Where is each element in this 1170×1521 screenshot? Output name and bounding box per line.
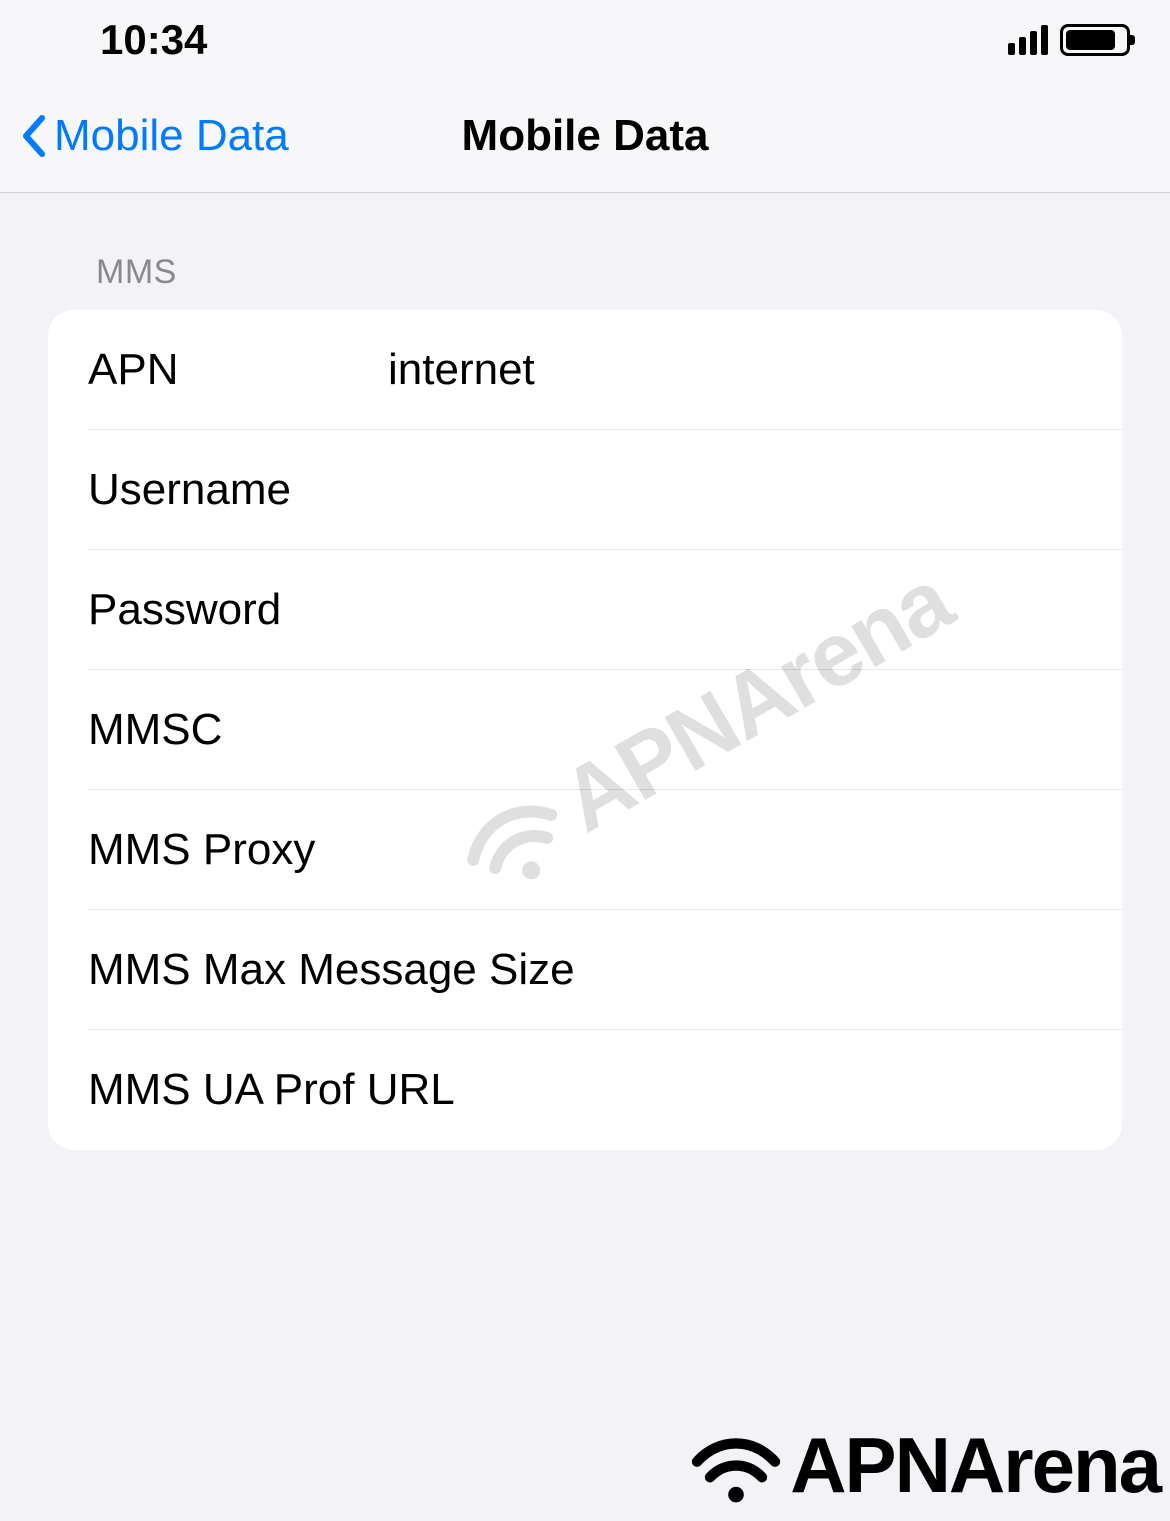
row-mms-ua-prof[interactable]: MMS UA Prof URL bbox=[48, 1030, 1122, 1150]
label-mms-max-size: MMS Max Message Size bbox=[88, 945, 575, 995]
cellular-signal-icon bbox=[1008, 25, 1048, 55]
status-indicators bbox=[1008, 24, 1130, 56]
footer-logo: APNArena bbox=[688, 1420, 1160, 1511]
chevron-back-icon bbox=[20, 114, 46, 158]
row-apn[interactable]: APN bbox=[48, 310, 1122, 430]
mms-settings-group: APN Username Password MMSC MMS Proxy MMS… bbox=[48, 310, 1122, 1150]
navigation-bar: Mobile Data Mobile Data bbox=[0, 80, 1170, 193]
label-mmsc: MMSC bbox=[88, 705, 388, 755]
input-mms-proxy[interactable] bbox=[388, 825, 1082, 875]
row-mms-max-size[interactable]: MMS Max Message Size bbox=[48, 910, 1122, 1030]
input-password[interactable] bbox=[388, 585, 1082, 635]
input-username[interactable] bbox=[388, 465, 1082, 515]
input-apn[interactable] bbox=[388, 345, 1082, 395]
row-mms-proxy[interactable]: MMS Proxy bbox=[48, 790, 1122, 910]
back-button[interactable]: Mobile Data bbox=[20, 111, 289, 161]
back-label: Mobile Data bbox=[54, 111, 289, 161]
label-password: Password bbox=[88, 585, 388, 635]
content-area: MMS APN Username Password MMSC MMS Proxy… bbox=[0, 193, 1170, 1150]
label-mms-proxy: MMS Proxy bbox=[88, 825, 388, 875]
input-mmsc[interactable] bbox=[388, 705, 1082, 755]
status-time: 10:34 bbox=[100, 16, 207, 64]
status-bar: 10:34 bbox=[0, 0, 1170, 80]
row-password[interactable]: Password bbox=[48, 550, 1122, 670]
label-username: Username bbox=[88, 465, 388, 515]
footer-logo-text: APNArena bbox=[790, 1420, 1160, 1511]
row-mmsc[interactable]: MMSC bbox=[48, 670, 1122, 790]
label-mms-ua-prof: MMS UA Prof URL bbox=[88, 1065, 455, 1115]
label-apn: APN bbox=[88, 345, 388, 395]
page-title: Mobile Data bbox=[462, 111, 709, 161]
battery-icon bbox=[1060, 24, 1130, 56]
row-username[interactable]: Username bbox=[48, 430, 1122, 550]
section-header-mms: MMS bbox=[48, 253, 1122, 310]
input-mms-ua-prof[interactable] bbox=[455, 1065, 1082, 1115]
input-mms-max-size[interactable] bbox=[575, 945, 1082, 995]
wifi-icon bbox=[688, 1427, 784, 1505]
